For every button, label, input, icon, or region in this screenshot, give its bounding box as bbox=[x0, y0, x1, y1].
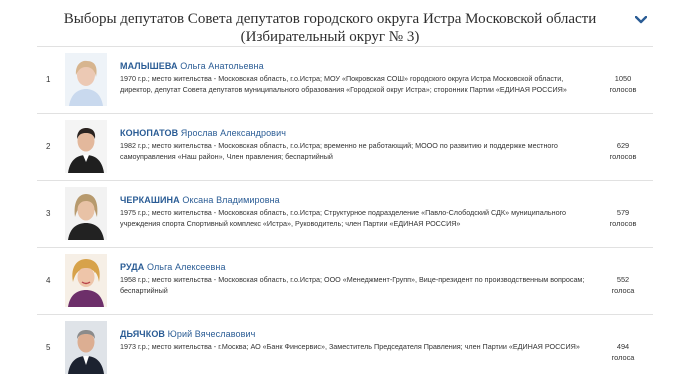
candidate-number: 3 bbox=[46, 209, 51, 218]
candidate-bio: 1973 г.р.; место жительства - г.Москва; … bbox=[120, 342, 580, 351]
candidate-photo bbox=[65, 120, 107, 173]
votes-count: 552 bbox=[616, 275, 630, 284]
candidate-votes: 1050 голосов bbox=[597, 73, 649, 95]
candidate-surname: КОНОПАТОВ bbox=[120, 128, 179, 138]
candidate-bio: 1958 г.р.; место жительства - Московская… bbox=[120, 275, 585, 295]
votes-count: 629 bbox=[616, 141, 630, 150]
votes-unit: голоса bbox=[611, 286, 635, 295]
candidate-given-name: Оксана Владимировна bbox=[182, 195, 280, 205]
candidate-bio: 1970 г.р.; место жительства - Московская… bbox=[120, 74, 567, 94]
candidate-given-name: Ольга Анатольевна bbox=[180, 61, 264, 71]
candidate-surname: ЧЕРКАШИНА bbox=[120, 195, 180, 205]
votes-unit: голосов bbox=[609, 219, 637, 228]
candidate-votes: 552 голоса bbox=[597, 274, 649, 296]
votes-unit: голосов bbox=[609, 152, 637, 161]
candidate-row: 5 ДЬЯЧКОВ Юрий Вячеславович 1973 г.р.; м… bbox=[37, 314, 653, 381]
expand-toggle[interactable] bbox=[632, 12, 650, 28]
candidate-given-name: Юрий Вячеславович bbox=[167, 329, 256, 339]
candidate-number: 5 bbox=[46, 343, 51, 352]
votes-count: 579 bbox=[616, 208, 630, 217]
candidate-votes: 494 голоса bbox=[597, 341, 649, 363]
candidate-photo bbox=[65, 321, 107, 374]
candidate-name[interactable]: МАЛЫШЕВА Ольга Анатольевна bbox=[120, 61, 264, 71]
candidate-bio: 1982 г.р.; место жительства - Московская… bbox=[120, 141, 558, 161]
candidate-row: 2 КОНОПАТОВ Ярослав Александрович 1982 г… bbox=[37, 113, 653, 180]
candidate-surname: МАЛЫШЕВА bbox=[120, 61, 178, 71]
candidate-photo bbox=[65, 53, 107, 106]
candidate-number: 1 bbox=[46, 75, 51, 84]
candidate-row: 1 МАЛЫШЕВА Ольга Анатольевна 1970 г.р.; … bbox=[37, 46, 653, 113]
candidate-votes: 629 голосов bbox=[597, 140, 649, 162]
candidate-name[interactable]: ДЬЯЧКОВ Юрий Вячеславович bbox=[120, 329, 255, 339]
candidate-surname: РУДА bbox=[120, 262, 145, 272]
candidate-row: 3 ЧЕРКАШИНА Оксана Владимировна 1975 г.р… bbox=[37, 180, 653, 247]
candidate-photo bbox=[65, 254, 107, 307]
candidate-name[interactable]: РУДА Ольга Алексеевна bbox=[120, 262, 226, 272]
votes-unit: голосов bbox=[609, 85, 637, 94]
votes-count: 494 bbox=[616, 342, 630, 351]
candidate-bio: 1975 г.р.; место жительства - Московская… bbox=[120, 208, 567, 228]
votes-unit: голоса bbox=[611, 353, 635, 362]
candidate-name[interactable]: КОНОПАТОВ Ярослав Александрович bbox=[120, 128, 286, 138]
candidate-photo bbox=[65, 187, 107, 240]
candidate-name[interactable]: ЧЕРКАШИНА Оксана Владимировна bbox=[120, 195, 280, 205]
candidate-surname: ДЬЯЧКОВ bbox=[120, 329, 166, 339]
candidate-votes: 579 голосов bbox=[597, 207, 649, 229]
candidate-given-name: Ольга Алексеевна bbox=[146, 262, 226, 272]
votes-count: 1050 bbox=[614, 74, 632, 83]
chevron-down-icon bbox=[635, 16, 647, 24]
candidate-number: 2 bbox=[46, 142, 51, 151]
candidate-given-name: Ярослав Александрович bbox=[180, 128, 286, 138]
election-title: Выборы депутатов Совета депутатов городс… bbox=[63, 11, 597, 45]
candidate-list: 1 МАЛЫШЕВА Ольга Анатольевна 1970 г.р.; … bbox=[37, 46, 653, 381]
candidate-number: 4 bbox=[46, 276, 51, 285]
candidate-row: 4 РУДА Ольга Алексеевна 1958 г.р.; место… bbox=[37, 247, 653, 314]
